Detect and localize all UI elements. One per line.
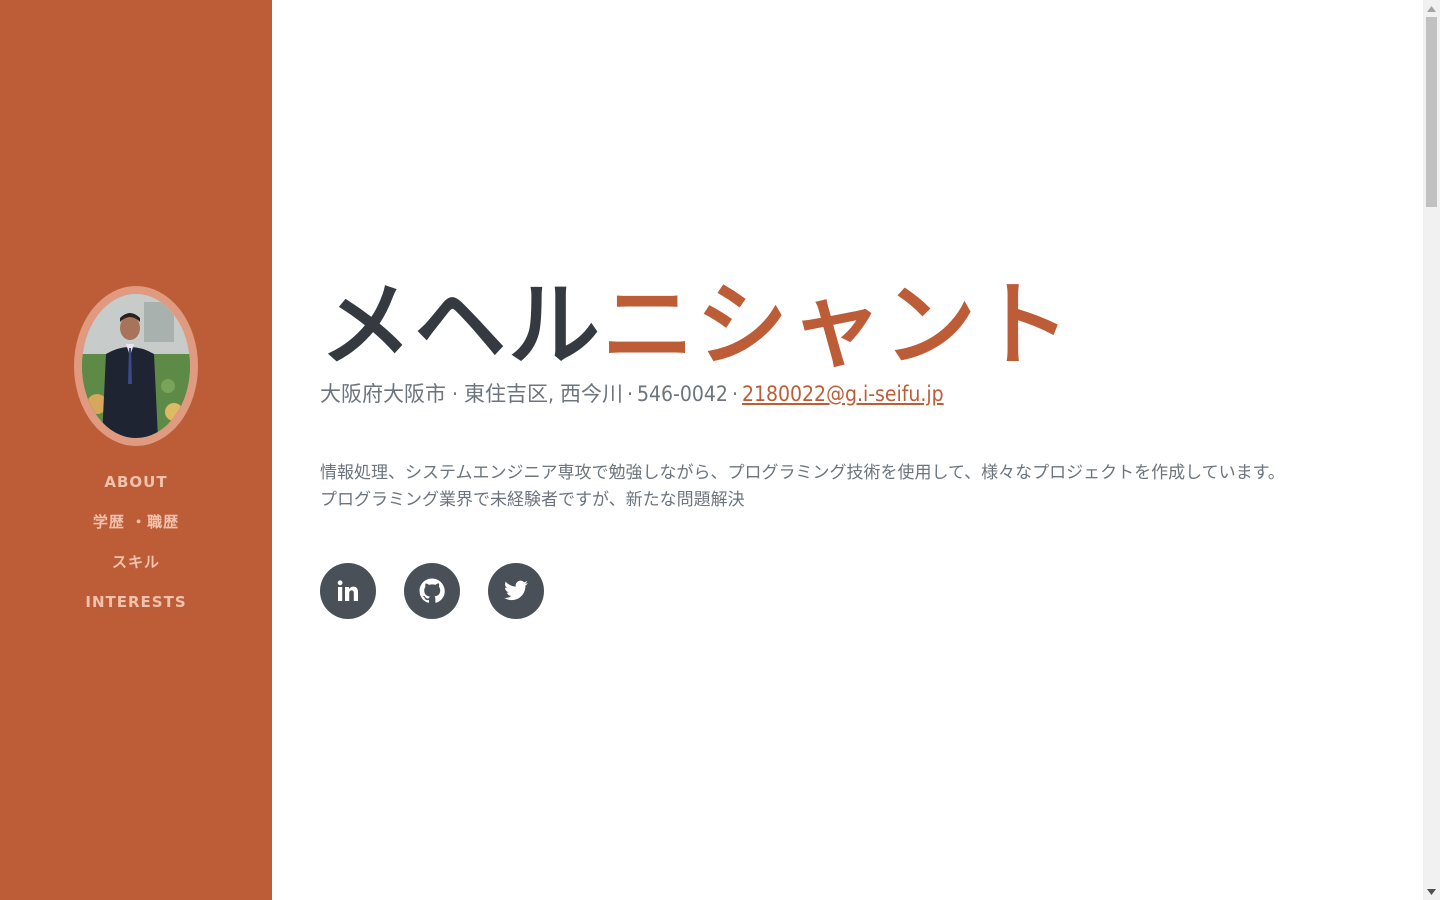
separator: · xyxy=(627,382,633,406)
profile-avatar[interactable] xyxy=(74,286,198,446)
nav-item-skills: スキル xyxy=(0,542,272,582)
name-last: ニシャント xyxy=(602,272,1073,379)
about-section: メヘルニシャント 大阪府大阪市 · 東住吉区, 西今川 · 546-0042 · 218… xyxy=(320,0,1400,900)
bio-line-2: プログラミング業界で未経験者ですが、新たな問題解決 xyxy=(320,490,745,510)
twitter-icon xyxy=(504,580,528,601)
nav-link-interests[interactable]: INTERESTS xyxy=(85,593,186,611)
contact-line: 大阪府大阪市 · 東住吉区, 西今川 · 546-0042 · 2180022@g.i-… xyxy=(320,378,944,410)
linkedin-button[interactable] xyxy=(320,563,376,619)
nav-item-about: ABOUT xyxy=(0,462,272,502)
scrollbar-thumb[interactable] xyxy=(1426,17,1437,207)
nav-link-skills[interactable]: スキル xyxy=(112,553,160,571)
profile-photo xyxy=(82,294,190,438)
nav-link-experience[interactable]: 学歴 ・職歴 xyxy=(93,513,179,531)
bio-line-1: 情報処理、システムエンジニア専攻で勉強しながら、プログラミング技術を使用して、様… xyxy=(320,463,1285,483)
nav-link-about[interactable]: ABOUT xyxy=(104,473,167,491)
social-icons xyxy=(320,563,544,619)
github-button[interactable] xyxy=(404,563,460,619)
name-first: メヘル xyxy=(320,272,603,379)
page-title: メヘルニシャント xyxy=(320,266,1072,386)
email-link[interactable]: 2180022@g.i-seifu.jp xyxy=(742,382,944,406)
address-text: 大阪府大阪市 · 東住吉区, 西今川 xyxy=(320,382,623,406)
scroll-down-arrow-icon[interactable] xyxy=(1423,883,1440,900)
scroll-up-arrow-icon[interactable] xyxy=(1423,0,1440,17)
twitter-button[interactable] xyxy=(488,563,544,619)
vertical-scrollbar[interactable] xyxy=(1423,0,1440,900)
linkedin-icon xyxy=(337,580,358,601)
sidebar-nav: ABOUT 学歴 ・職歴 スキル INTERESTS xyxy=(0,462,272,622)
nav-item-interests: INTERESTS xyxy=(0,582,272,622)
separator: · xyxy=(731,382,738,406)
bio-text: 情報処理、システムエンジニア専攻で勉強しながら、プログラミング技術を使用して、様… xyxy=(320,460,1400,514)
nav-item-experience: 学歴 ・職歴 xyxy=(0,502,272,542)
github-icon xyxy=(419,578,445,603)
postal-code: 546-0042 xyxy=(637,382,728,406)
sidebar: ABOUT 学歴 ・職歴 スキル INTERESTS xyxy=(0,0,272,900)
